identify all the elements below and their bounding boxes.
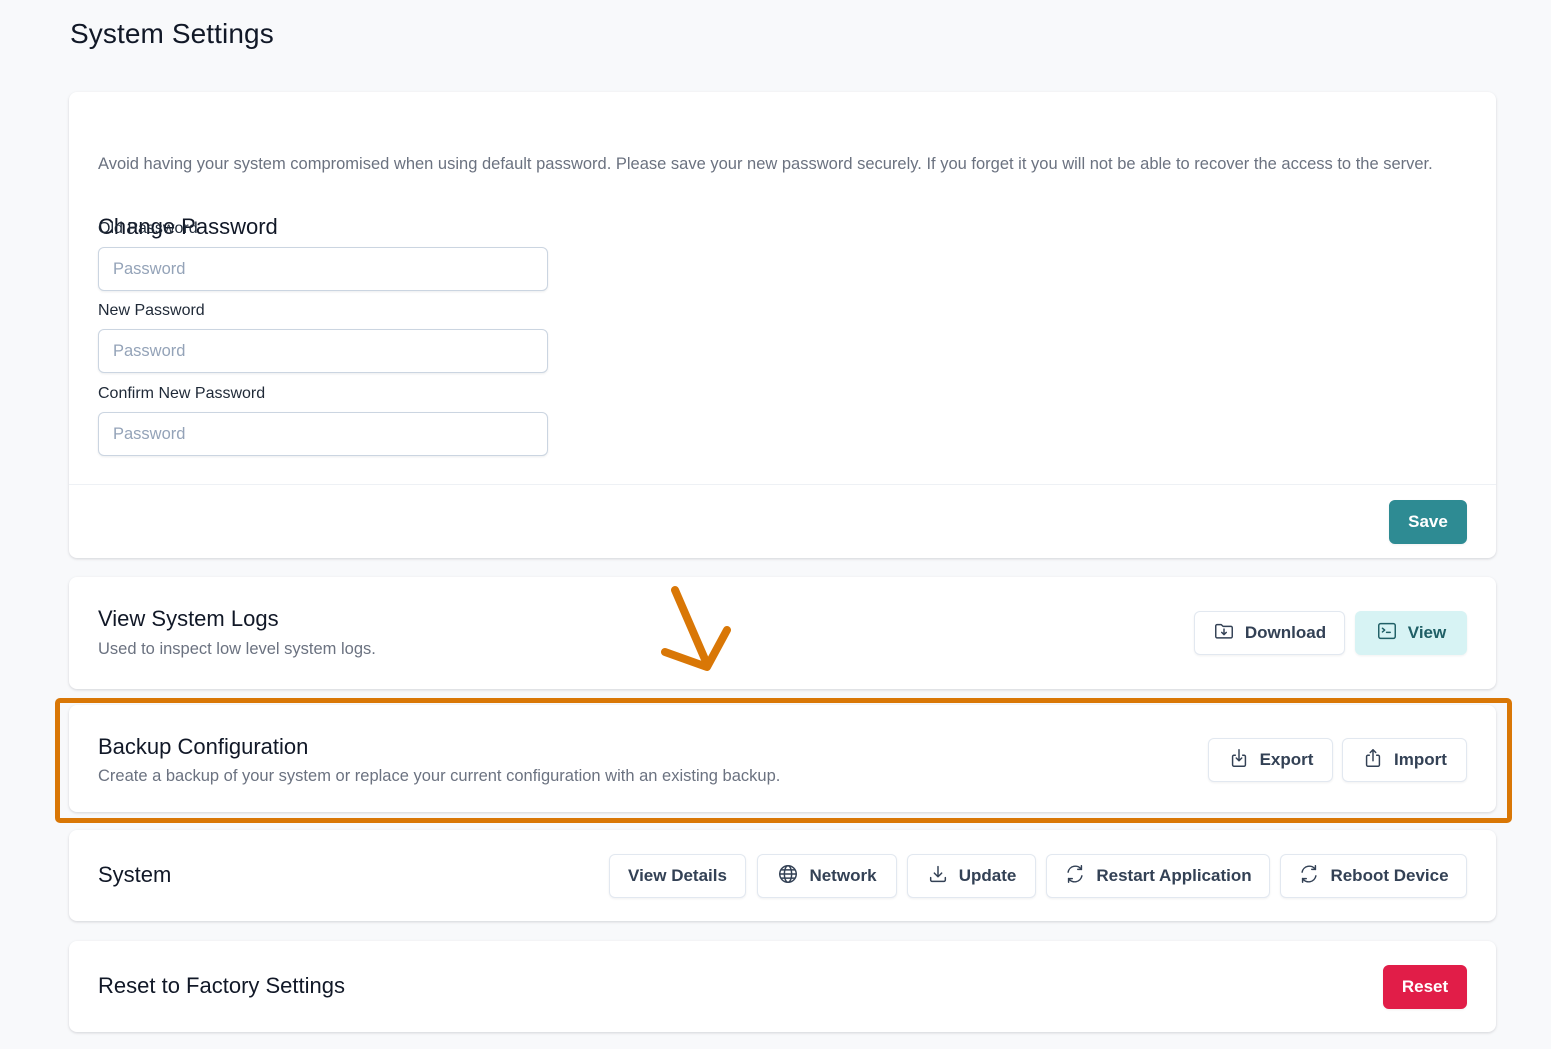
save-button[interactable]: Save bbox=[1389, 500, 1467, 544]
save-button-label: Save bbox=[1408, 512, 1448, 531]
view-details-label: View Details bbox=[628, 866, 727, 885]
reset-button[interactable]: Reset bbox=[1383, 965, 1467, 1009]
update-button[interactable]: Update bbox=[907, 854, 1036, 898]
network-button[interactable]: Network bbox=[757, 854, 897, 898]
box-arrow-down-icon bbox=[1228, 747, 1250, 774]
reboot-device-label: Reboot Device bbox=[1330, 866, 1449, 885]
update-label: Update bbox=[958, 866, 1017, 885]
system-logs-description: Used to inspect low level system logs. bbox=[98, 640, 376, 658]
view-logs-label: View bbox=[1407, 623, 1447, 642]
new-password-input[interactable] bbox=[98, 329, 548, 373]
network-label: Network bbox=[809, 866, 877, 885]
import-label: Import bbox=[1394, 750, 1447, 769]
confirm-password-input[interactable] bbox=[98, 412, 548, 456]
export-label: Export bbox=[1259, 750, 1314, 769]
download-logs-label: Download bbox=[1244, 623, 1327, 642]
view-details-button[interactable]: View Details bbox=[609, 854, 746, 898]
old-password-label: Old Password bbox=[98, 220, 198, 237]
view-logs-button[interactable]: View bbox=[1355, 611, 1467, 655]
folder-download-icon bbox=[1213, 620, 1235, 647]
backup-description: Create a backup of your system or replac… bbox=[98, 767, 781, 785]
card-divider bbox=[69, 484, 1496, 485]
backup-title: Backup Configuration bbox=[98, 734, 309, 759]
system-logs-card: View System Logs Used to inspect low lev… bbox=[69, 577, 1496, 689]
import-button[interactable]: Import bbox=[1342, 738, 1467, 782]
old-password-input[interactable] bbox=[98, 247, 548, 291]
backup-configuration-card: Backup Configuration Create a backup of … bbox=[69, 705, 1496, 812]
download-logs-button[interactable]: Download bbox=[1194, 611, 1345, 655]
download-icon bbox=[927, 863, 949, 890]
change-password-card: Change Password Avoid having your system… bbox=[69, 92, 1496, 558]
reboot-device-button[interactable]: Reboot Device bbox=[1280, 854, 1467, 898]
confirm-password-label: Confirm New Password bbox=[98, 385, 266, 402]
globe-icon bbox=[777, 863, 799, 890]
new-password-label: New Password bbox=[98, 302, 205, 319]
restart-application-label: Restart Application bbox=[1096, 866, 1252, 885]
terminal-icon bbox=[1376, 620, 1398, 647]
restart-application-button[interactable]: Restart Application bbox=[1046, 854, 1270, 898]
factory-reset-title: Reset to Factory Settings bbox=[98, 973, 345, 998]
factory-reset-card: Reset to Factory Settings Reset bbox=[69, 941, 1496, 1032]
system-logs-title: View System Logs bbox=[98, 606, 279, 631]
page-title: System Settings bbox=[70, 18, 274, 49]
export-button[interactable]: Export bbox=[1208, 738, 1333, 782]
refresh-icon bbox=[1064, 863, 1086, 890]
box-arrow-up-icon bbox=[1362, 747, 1384, 774]
system-card: System View Details Network Update Resta… bbox=[69, 830, 1496, 921]
refresh-icon bbox=[1298, 863, 1320, 890]
reset-button-label: Reset bbox=[1401, 977, 1449, 996]
system-title: System bbox=[98, 862, 172, 887]
change-password-description: Avoid having your system compromised whe… bbox=[98, 155, 1433, 173]
